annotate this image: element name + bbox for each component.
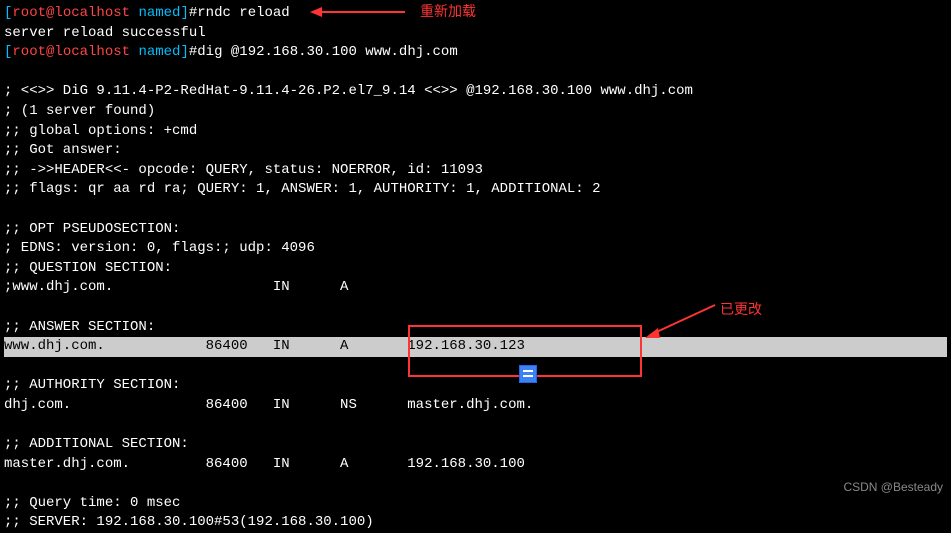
header-line: ;; ->>HEADER<<- opcode: QUERY, status: N… <box>4 161 947 181</box>
query-time: ;; Query time: 0 msec <box>4 494 947 514</box>
edns-line: ; EDNS: version: 0, flags:; udp: 4096 <box>4 239 947 259</box>
answer-record: www.dhj.com. 86400 IN A 192.168.30.123 <box>4 337 947 357</box>
answer-section: ;; ANSWER SECTION: <box>4 318 947 338</box>
watermark: CSDN @Besteady <box>843 479 943 496</box>
authority-record: dhj.com. 86400 IN NS master.dhj.com. <box>4 396 947 416</box>
blank-5 <box>4 415 947 435</box>
global-opts: ;; global options: +cmd <box>4 122 947 142</box>
blank-4 <box>4 357 947 377</box>
prompt-host: localhost <box>54 5 130 21</box>
question-record: ;www.dhj.com. IN A <box>4 278 947 298</box>
authority-section: ;; AUTHORITY SECTION: <box>4 376 947 396</box>
command-1: rndc reload <box>197 5 289 21</box>
blank-1 <box>4 63 947 83</box>
prompt-host: localhost <box>54 44 130 60</box>
annotation-reload: 重新加载 <box>420 2 476 22</box>
command-2: dig @192.168.30.100 www.dhj.com <box>197 44 457 60</box>
prompt-user: root <box>12 5 46 21</box>
server-line: ;; SERVER: 192.168.30.100#53(192.168.30.… <box>4 513 947 533</box>
question-section: ;; QUESTION SECTION: <box>4 259 947 279</box>
dig-header: ; <<>> DiG 9.11.4-P2-RedHat-9.11.4-26.P2… <box>4 82 947 102</box>
blank-6 <box>4 474 947 494</box>
bracket-close: ] <box>180 5 188 21</box>
server-found: ; (1 server found) <box>4 102 947 122</box>
prompt-line-2: [root@localhost named]#dig @192.168.30.1… <box>4 43 947 63</box>
clipboard-icon[interactable] <box>519 365 537 383</box>
opt-section: ;; OPT PSEUDOSECTION: <box>4 220 947 240</box>
additional-section: ;; ADDITIONAL SECTION: <box>4 435 947 455</box>
prompt-path: named <box>138 44 180 60</box>
got-answer: ;; Got answer: <box>4 141 947 161</box>
bracket-close: ] <box>180 44 188 60</box>
arrow-reload-icon <box>310 4 410 20</box>
reload-output: server reload successful <box>4 24 947 44</box>
additional-record: master.dhj.com. 86400 IN A 192.168.30.10… <box>4 455 947 475</box>
prompt-user: root <box>12 44 46 60</box>
blank-2 <box>4 200 947 220</box>
annotation-changed: 已更改 <box>720 300 762 320</box>
flags-line: ;; flags: qr aa rd ra; QUERY: 1, ANSWER:… <box>4 180 947 200</box>
blank-3 <box>4 298 947 318</box>
prompt-path: named <box>138 5 180 21</box>
arrow-changed-icon <box>640 300 720 340</box>
